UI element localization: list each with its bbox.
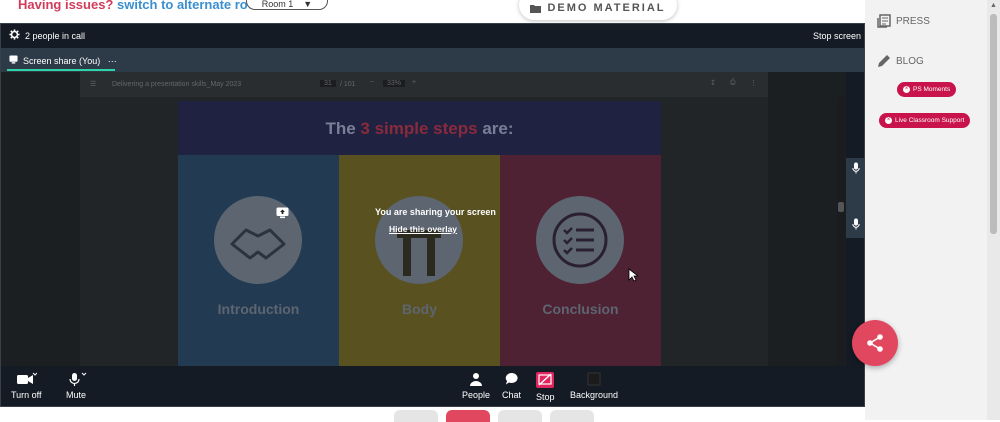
camera-toggle-button[interactable]: Turn off <box>11 372 42 400</box>
demo-material-button[interactable]: DEMO MATERIAL <box>519 0 677 20</box>
slide-panel-introduction: Introduction <box>178 155 339 366</box>
checklist-icon <box>536 196 624 284</box>
stop-share-label: Stop <box>536 392 555 402</box>
mic-icon <box>852 162 860 174</box>
share-fab-button[interactable] <box>852 320 898 366</box>
bottom-tab[interactable] <box>550 410 594 422</box>
background-icon <box>587 372 601 386</box>
room-select[interactable]: Room 1 ▼ <box>246 0 328 10</box>
call-header: 2 people in call Stop screen <box>1 24 864 48</box>
video-camera-icon <box>17 372 38 384</box>
ps-moments-label: PS Moments <box>913 86 951 93</box>
zoom-level: 33% <box>383 80 406 87</box>
demo-material-label: DEMO MATERIAL <box>547 2 666 14</box>
document-filename: Delivering a presentation skills_May 202… <box>112 81 242 88</box>
stop-share-button[interactable]: Stop <box>536 372 555 402</box>
screen-share-icon <box>9 55 18 64</box>
mic-icon <box>69 372 87 386</box>
close-icon: × <box>885 117 892 124</box>
issues-text: Having issues? <box>18 0 114 12</box>
print-icon: ⎙ <box>730 79 736 86</box>
slide-panel-conclusion: Conclusion <box>500 155 661 366</box>
mute-button[interactable]: Mute <box>65 372 87 400</box>
download-icon: ↧ <box>710 80 716 87</box>
live-classroom-support-label: Live Classroom Support <box>895 117 965 124</box>
press-label: PRESS <box>896 15 930 27</box>
document-viewer: ☰ Delivering a presentation skills_May 2… <box>80 72 845 366</box>
slide-panel-label: Conclusion <box>542 301 619 317</box>
background-label: Background <box>570 390 619 400</box>
share-tab-bar: Screen share (You) ⋯ <box>1 48 864 72</box>
camera-toggle-label: Turn off <box>11 390 42 400</box>
slide-title: The 3 simple steps are: <box>178 119 661 139</box>
page-total: / 101 <box>340 81 356 88</box>
page-scrollbar[interactable]: ▲ <box>987 0 1000 420</box>
mouse-cursor-icon <box>628 268 638 282</box>
scroll-up-icon[interactable]: ▲ <box>990 2 997 9</box>
menu-icon: ☰ <box>90 81 97 88</box>
bottom-tab-active[interactable] <box>446 410 490 422</box>
chat-bubble-icon <box>505 372 518 385</box>
blog-label: BLOG <box>896 55 924 67</box>
tab-screen-share-label: Screen share (You) <box>23 56 101 66</box>
overlay-share-icon <box>276 206 289 224</box>
people-button[interactable]: People <box>462 372 490 400</box>
pencil-icon <box>878 55 890 67</box>
mute-label: Mute <box>65 390 86 400</box>
share-icon <box>867 334 883 352</box>
page-number: 31 <box>320 80 336 87</box>
issues-banner: Having issues? switch to alternate room <box>18 0 267 12</box>
zoom-out-icon: − <box>370 79 375 86</box>
active-tab-indicator <box>7 69 115 71</box>
alternate-room-link[interactable]: switch to alternate room <box>117 0 267 12</box>
page-scroll-thumb[interactable] <box>990 14 997 234</box>
more-vert-icon: ⋮ <box>750 80 757 87</box>
ps-moments-button[interactable]: × PS Moments <box>897 82 957 97</box>
slide-panel-body: Body <box>339 155 500 366</box>
chat-button[interactable]: Chat <box>502 372 521 400</box>
live-classroom-support-button[interactable]: × Live Classroom Support <box>879 113 971 128</box>
slide-title-highlight: 3 simple steps <box>360 119 478 138</box>
document-toolbar: ☰ Delivering a presentation skills_May 2… <box>80 72 768 97</box>
more-options-icon[interactable]: ⋯ <box>108 56 117 66</box>
person-icon <box>470 373 483 386</box>
people-label: People <box>462 390 491 400</box>
mic-icon <box>852 218 860 230</box>
blog-link[interactable]: BLOG <box>877 54 924 68</box>
tab-screen-share[interactable]: Screen share (You) ⋯ <box>23 56 117 67</box>
slide-panel-label: Introduction <box>217 301 300 317</box>
close-icon: × <box>903 86 910 93</box>
call-controls-bar: Turn off Mute People Chat Stop Backgroun… <box>1 366 864 406</box>
document-scroll-thumb[interactable] <box>838 202 844 212</box>
newspaper-icon <box>877 14 891 28</box>
hide-overlay-link[interactable]: Hide this overlay <box>389 224 457 234</box>
background-button[interactable]: Background <box>570 372 618 400</box>
bottom-tab[interactable] <box>394 410 438 422</box>
press-link[interactable]: PRESS <box>877 14 930 28</box>
slide-panel-label: Body <box>402 301 437 317</box>
folder-icon <box>530 4 542 13</box>
slide-title-pre: The <box>325 119 361 138</box>
stop-screen-button[interactable]: Stop screen <box>813 31 861 41</box>
shared-screen: ☰ Delivering a presentation skills_May 2… <box>1 72 864 366</box>
chevron-down-icon: ▼ <box>303 0 313 9</box>
stop-share-icon <box>536 372 555 388</box>
gear-icon[interactable] <box>9 29 20 40</box>
room-select-value: Room 1 <box>261 0 294 9</box>
slide-title-post: are: <box>477 119 514 138</box>
zoom-in-icon: + <box>412 79 417 86</box>
document-scrollbar[interactable] <box>837 97 845 366</box>
call-window: 2 people in call Stop screen Screen shar… <box>0 23 865 407</box>
sharing-screen-message: You are sharing your screen <box>375 207 496 217</box>
bottom-tab[interactable] <box>498 410 542 422</box>
chat-label: Chat <box>502 390 522 400</box>
people-count: 2 people in call <box>25 31 86 41</box>
